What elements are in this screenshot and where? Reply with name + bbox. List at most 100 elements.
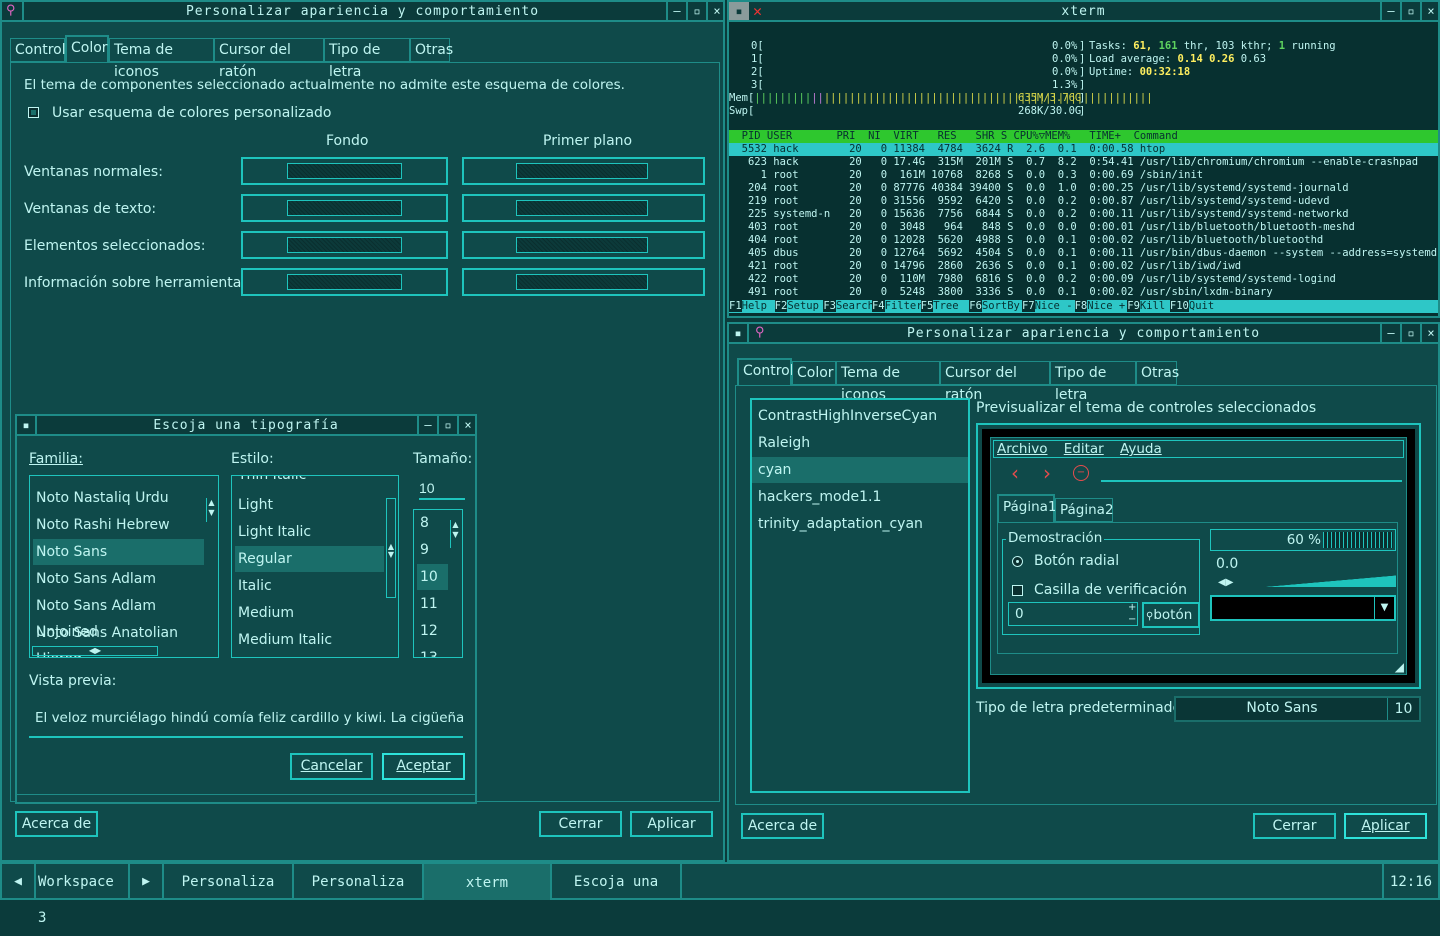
tab-otras[interactable]: Otras [410,38,453,62]
list-item[interactable]: Raleigh [755,430,965,456]
swatch-bg-normal[interactable] [241,157,448,185]
maximize-button[interactable]: ▫ [437,416,457,434]
demo-button[interactable]: ⚲botón [1142,602,1200,628]
ok-button[interactable]: Aceptar [382,753,465,780]
maximize-button[interactable]: ▫ [686,2,706,20]
close-button[interactable]: × [706,2,726,20]
tab-control[interactable]: Control [737,358,794,385]
list-item[interactable]: Medium Italic [235,627,395,653]
fkey-f8[interactable]: F8Nice + [1074,300,1128,312]
list-item[interactable]: 11 [417,591,459,617]
table-row[interactable]: 1 root 20 0 161M 10768 8268 S 0.0 0.3 0:… [729,169,1438,182]
xterm-titlebar[interactable]: ▪ ✕ xterm – ▫ × [729,2,1438,22]
tab-page1[interactable]: Página1 [997,494,1057,522]
radio-button[interactable] [1012,556,1023,567]
maximize-button[interactable]: ▫ [1400,324,1420,342]
task-button[interactable]: Escoja una [552,864,682,900]
task-button-active[interactable]: xterm [424,864,552,900]
close-button[interactable]: × [1420,324,1440,342]
tab-cursor[interactable]: Cursor del ratón [940,361,1050,403]
fkey-f3[interactable]: F3Search [823,300,874,312]
fkey-f9[interactable]: F9Kill [1127,300,1170,312]
list-item[interactable]: hackers_mode1.1 [755,484,965,510]
back-icon[interactable]: ‹ [1011,461,1019,485]
minimize-button[interactable]: – [1380,2,1400,20]
vscrollbar[interactable]: ▲ ▼ [450,520,460,548]
spin-entry[interactable]: 0 [1008,602,1138,626]
size-input[interactable]: 10 [419,480,465,500]
stop-icon[interactable]: − [1073,465,1089,481]
swatch-fg-text[interactable] [462,194,705,222]
swatch-bg-selected[interactable] [241,231,448,259]
list-item[interactable]: Noto Rashi Hebrew [33,512,215,538]
forward-icon[interactable]: › [1043,461,1051,485]
minimize-button[interactable]: – [417,416,437,434]
table-row[interactable]: 404 root 20 0 12028 5620 4988 S 0.0 0.1 … [729,234,1438,247]
tab-otras[interactable]: Otras [1136,361,1179,385]
prev-workspace-button[interactable]: ◀ [2,864,36,900]
maximize-button[interactable]: ▫ [1400,2,1420,20]
minimize-button[interactable]: – [1380,324,1400,342]
close-button[interactable]: × [1420,2,1440,20]
list-item[interactable]: 10 [417,564,448,590]
process-list[interactable]: 5532 hack 20 0 11384 4784 3624 R 2.6 0.1… [729,143,1438,299]
tab-fuente[interactable]: Tipo de letra [324,38,410,80]
table-row[interactable]: 403 root 20 0 3048 964 848 S 0.0 0.0 0:0… [729,221,1438,234]
checkbox[interactable] [1012,585,1023,596]
apply-button[interactable]: Aplicar [1344,813,1427,839]
table-row[interactable]: 405 dbus 20 0 12764 5692 4504 S 0.0 0.1 … [729,247,1438,260]
apply-button[interactable]: Aplicar [630,811,713,837]
resize-grip-icon[interactable]: ◢ [1395,660,1404,674]
table-row[interactable]: 422 root 20 0 110M 7980 6816 S 0.0 0.2 0… [729,273,1438,286]
close-dialog-button[interactable]: Cerrar [1253,813,1336,839]
vscrollbar[interactable]: ▲ ▼ [386,498,396,598]
table-row[interactable]: 421 root 20 0 14796 2860 2636 S 0.0 0.1 … [729,260,1438,273]
toolbar-entry[interactable] [1101,480,1402,482]
list-item[interactable]: ContrastHighInverseCyan [755,403,965,429]
combo-box[interactable]: ▼ [1210,595,1396,621]
list-item[interactable]: 13 [417,645,459,657]
menu-edit[interactable]: Editar [1064,441,1104,457]
list-item[interactable]: Noto Nastaliq Urdu [33,485,215,511]
task-button[interactable]: Personaliza [164,864,294,900]
process-header[interactable]: PID USER PRI NI VIRT RES SHR S CPU%▽MEM%… [729,130,1438,143]
tab-color[interactable]: Color [792,361,836,385]
fkey-f10[interactable]: F10Quit [1169,300,1214,312]
swatch-bg-text[interactable] [241,194,448,222]
swatch-fg-normal[interactable] [462,157,705,185]
tab-control[interactable]: Control [10,38,66,62]
tab-iconos[interactable]: Tema de iconos [836,361,940,403]
tab-color[interactable]: Color [65,35,109,62]
tab-page2[interactable]: Página2 [1055,498,1114,522]
tab-iconos[interactable]: Tema de iconos [109,38,214,80]
list-item[interactable]: Noto Sans Adlam Unjoined [33,593,215,640]
vscrollbar[interactable]: ▲ ▼ [206,498,216,522]
theme-list[interactable]: ContrastHighInverseCyan Raleigh cyan hac… [750,398,970,793]
table-row[interactable]: 5532 hack 20 0 11384 4784 3624 R 2.6 0.1… [729,143,1438,156]
menu-help[interactable]: Ayuda [1120,441,1162,457]
fkey-f7[interactable]: F7Nice - [1021,300,1075,312]
swatch-bg-tooltip[interactable] [241,268,448,296]
fkey-f4[interactable]: F4Filter [871,300,923,312]
about-button[interactable]: Acerca de [15,811,98,837]
custom-scheme-checkbox[interactable] [28,107,39,118]
swatch-fg-selected[interactable] [462,231,705,259]
fkey-f6[interactable]: F6SortBy [969,300,1022,312]
fkey-f5[interactable]: F5Tree [920,300,970,312]
fkey-f2[interactable]: F2Setup [774,300,824,312]
hscrollbar[interactable]: ◀▶ [32,646,158,656]
table-row[interactable]: 623 hack 20 0 17.4G 315M 201M S 0.7 8.2 … [729,156,1438,169]
scale-track[interactable] [1238,575,1396,587]
list-item[interactable]: Light [235,492,395,518]
next-workspace-button[interactable]: ▶ [130,864,164,900]
list-item[interactable]: Light Italic [235,519,395,545]
table-row[interactable]: 219 root 20 0 31556 9592 6420 S 0.0 0.2 … [729,195,1438,208]
close-dialog-button[interactable]: Cerrar [539,811,622,837]
list-item[interactable]: trinity_adaptation_cyan [755,511,965,537]
list-item[interactable]: cyan [752,457,968,483]
family-list[interactable]: Noto Nastaliq Urdu Noto Rashi Hebrew Not… [29,475,219,658]
left-titlebar[interactable]: ⚲ Personalizar apariencia y comportamien… [2,2,723,22]
list-item[interactable]: Italic [235,573,395,599]
spin-down-icon[interactable]: − [1128,614,1136,625]
about-button[interactable]: Acerca de [741,813,824,839]
